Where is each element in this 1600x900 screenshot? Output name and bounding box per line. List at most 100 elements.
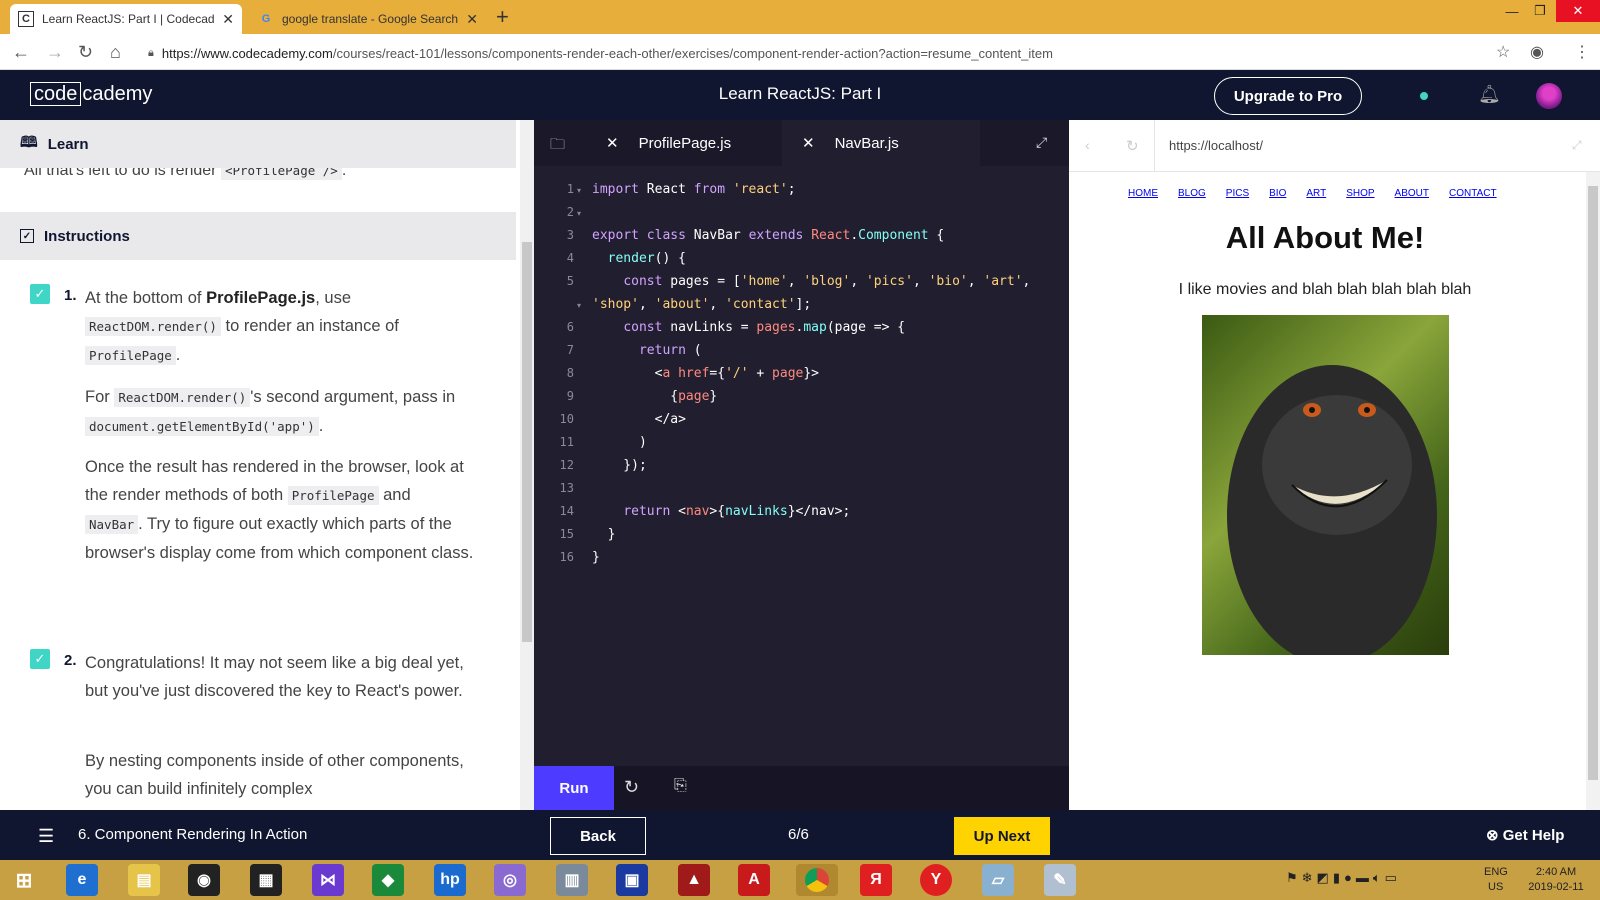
line-number: 11 xyxy=(559,435,574,449)
up-next-button[interactable]: Up Next xyxy=(954,817,1050,855)
code-line: return ( xyxy=(638,343,702,358)
windows-start-icon[interactable]: ⊞ xyxy=(8,864,40,896)
step1-paragraph2: For ReactDOM.render()'s second argument,… xyxy=(85,388,456,436)
disc-icon[interactable]: ◎ xyxy=(494,864,526,896)
codecademy-favicon-icon: C xyxy=(18,11,34,27)
preview-url[interactable]: https://localhost/ xyxy=(1169,138,1263,153)
help-icon: ⊗ xyxy=(1486,827,1503,844)
editor-tab-navbar[interactable]: ✕ NavBar.js xyxy=(782,120,980,166)
instructions-section-header[interactable]: ✓ Instructions xyxy=(0,212,516,260)
line-number: 16 xyxy=(559,550,574,564)
extension-icon[interactable]: ◉ xyxy=(1530,42,1544,62)
url-text: https://www.codecademy.com/courses/react… xyxy=(161,45,1053,61)
file-explorer-icon[interactable]: ▤ xyxy=(128,864,160,896)
nav-link-shop[interactable]: SHOP xyxy=(1346,188,1374,199)
preview-scrollbar-thumb[interactable] xyxy=(1588,186,1598,780)
preview-expand-icon[interactable]: ⤢ xyxy=(1572,138,1582,153)
nav-link-contact[interactable]: CONTACT xyxy=(1449,188,1497,199)
preview-back-icon[interactable]: ‹ xyxy=(1085,137,1090,153)
checkbox-icon: ✓ xyxy=(20,229,34,243)
preview-paragraph: I like movies and blah blah blah blah bl… xyxy=(1178,281,1472,298)
editor-tab-profilepage[interactable]: ✕ ProfilePage.js xyxy=(586,120,778,166)
browser-tab-codecademy[interactable]: C Learn ReactJS: Part I | Codecademy ✕ xyxy=(10,4,242,34)
preview-refresh-icon[interactable]: ↻ xyxy=(1126,137,1139,155)
paint-palette-icon[interactable]: ✎ xyxy=(1044,864,1076,896)
fold-arrow-icon[interactable]: ▾ xyxy=(577,209,581,218)
line-number: 12 xyxy=(559,458,574,472)
browser-tab-google[interactable]: G google translate - Google Search ✕ xyxy=(250,4,486,34)
back-button[interactable]: Back xyxy=(550,817,646,855)
file-name: ProfilePage.js xyxy=(638,134,732,152)
close-tab-icon[interactable]: ✕ xyxy=(466,11,478,28)
expand-editor-icon[interactable]: ⤢ xyxy=(1036,134,1047,151)
file-name: NavBar.js xyxy=(834,134,899,152)
reset-icon[interactable]: ↻ xyxy=(624,777,639,798)
step1-paragraph1: At the bottom of ProfilePage.js, use Rea… xyxy=(85,289,399,365)
nav-link-bio[interactable]: BIO xyxy=(1269,188,1286,199)
yandex-browser-icon[interactable]: Y xyxy=(920,864,952,896)
close-tab-icon[interactable]: ✕ xyxy=(222,11,234,28)
upgrade-button[interactable]: Upgrade to Pro xyxy=(1214,77,1362,115)
code-line: const navLinks = pages.map(page => { xyxy=(623,320,906,335)
autocad-icon[interactable]: A xyxy=(738,864,770,896)
nav-link-about[interactable]: ABOUT xyxy=(1395,188,1429,199)
nav-link-art[interactable]: ART xyxy=(1306,188,1326,199)
line-number-gutter: 1 2 3 4 5 6 7 8 9 10 11 12 13 14 15 16 xyxy=(534,178,574,569)
hamburger-menu-icon[interactable]: ☰ xyxy=(38,826,54,847)
code-line: const pages = ['home', 'blog', 'pics', '… xyxy=(623,274,1031,289)
bookmark-star-icon[interactable]: ☆ xyxy=(1496,42,1510,62)
close-file-icon[interactable]: ✕ xyxy=(606,134,619,152)
lesson-title[interactable]: 6. Component Rendering In Action xyxy=(78,826,307,843)
media-app-icon[interactable]: ◉ xyxy=(188,864,220,896)
copy-code-icon[interactable]: ⎘ xyxy=(674,777,687,795)
close-file-icon[interactable]: ✕ xyxy=(802,134,815,152)
folder-icon[interactable]: 🗀 xyxy=(550,134,565,159)
save-app-icon[interactable]: ▣ xyxy=(616,864,648,896)
lesson-scrollbar-thumb[interactable] xyxy=(522,242,532,642)
fold-arrow-icon[interactable]: ▾ xyxy=(577,186,581,195)
get-help-button[interactable]: ⊗ Get Help xyxy=(1486,826,1564,844)
fold-arrow-icon[interactable]: ▾ xyxy=(577,301,581,310)
hp-icon[interactable]: hp xyxy=(434,864,466,896)
nav-link-blog[interactable]: BLOG xyxy=(1178,188,1206,199)
code-line: <a href={'/' + page}> xyxy=(592,366,820,381)
paint-app-icon[interactable]: ▦ xyxy=(250,864,282,896)
bell-icon[interactable]: 🔔︎ xyxy=(1478,84,1501,105)
notepad-icon[interactable]: ▱ xyxy=(982,864,1014,896)
code-line: } xyxy=(592,527,616,542)
calculator-icon[interactable]: ▥ xyxy=(556,864,588,896)
clock[interactable]: 2:40 AM 2019-02-11 xyxy=(1524,866,1588,893)
ie-icon[interactable]: e xyxy=(66,864,98,896)
office-app-icon[interactable]: ◆ xyxy=(372,864,404,896)
nav-link-home[interactable]: HOME xyxy=(1128,188,1158,199)
pdf-app-icon[interactable]: ▲ xyxy=(678,864,710,896)
line-number: 15 xyxy=(559,527,574,541)
line-number: 6 xyxy=(566,320,574,334)
lang-region: US xyxy=(1488,881,1504,893)
back-arrow-icon[interactable]: ← xyxy=(12,42,30,63)
language-indicator[interactable]: ENG US xyxy=(1484,866,1508,893)
restore-icon[interactable]: ❐ xyxy=(1528,0,1552,22)
code-line: 'shop', 'about', 'contact']; xyxy=(592,297,812,312)
help-label: Get Help xyxy=(1502,827,1565,844)
url-bar[interactable]: 🔒︎ https://www.codecademy.com/courses/re… xyxy=(148,40,1508,66)
avatar[interactable] xyxy=(1536,83,1562,109)
chrome-menu-icon[interactable]: ⋮ xyxy=(1574,42,1590,62)
nav-link-pics[interactable]: PICS xyxy=(1226,188,1249,199)
run-button[interactable]: Run xyxy=(534,766,614,810)
yandex-icon[interactable]: Я xyxy=(860,864,892,896)
chrome-taskbar-icon[interactable] xyxy=(796,864,838,896)
learn-section-header[interactable]: 🕮 Learn xyxy=(0,120,516,168)
system-tray-icons[interactable]: ⚑❄◩▮●▬🔈︎▭ xyxy=(1286,870,1401,886)
visual-studio-icon[interactable]: ⋈ xyxy=(312,864,344,896)
line-number: 13 xyxy=(559,481,574,495)
close-window-icon[interactable]: ✕ xyxy=(1556,0,1600,22)
reload-icon[interactable]: ↻ xyxy=(78,42,93,63)
forward-arrow-icon[interactable]: → xyxy=(46,42,64,63)
home-icon[interactable]: ⌂ xyxy=(110,42,121,63)
minimize-icon[interactable]: — xyxy=(1500,0,1524,22)
code-content[interactable]: import React from 'react'; export class … xyxy=(592,178,1052,569)
new-tab-button[interactable]: + xyxy=(496,4,509,30)
